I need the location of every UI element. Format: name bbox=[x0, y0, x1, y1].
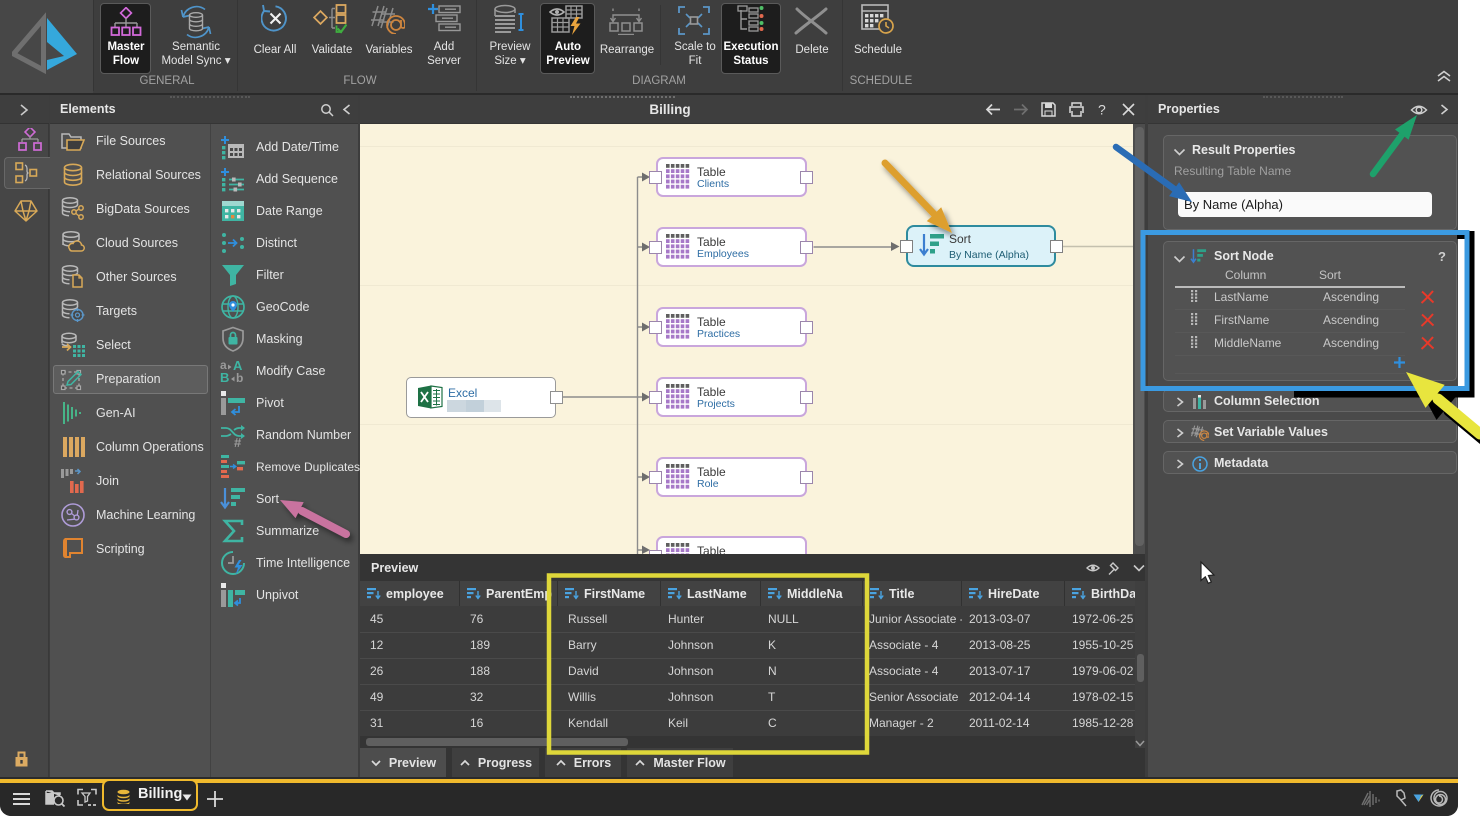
svg-text:?: ? bbox=[1098, 102, 1106, 118]
svg-text:b: b bbox=[236, 371, 243, 384]
svg-text:B: B bbox=[220, 370, 229, 384]
svg-text:#: # bbox=[234, 435, 242, 448]
